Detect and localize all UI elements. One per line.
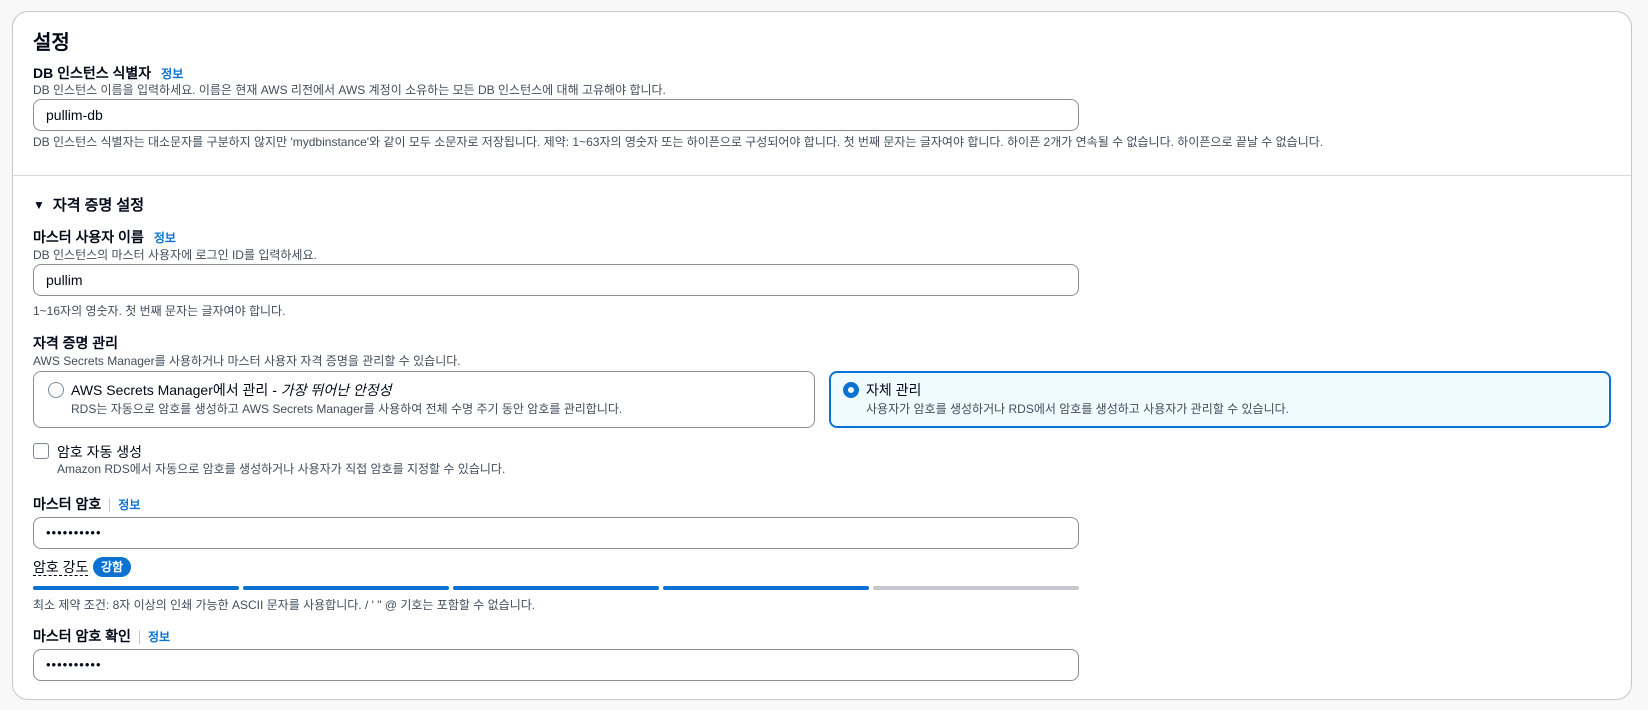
password-constraint: 최소 제약 조건: 8자 이상의 인쇄 가능한 ASCII 문자를 사용합니다.… [33, 598, 536, 612]
credentials-expand-toggle[interactable]: ▼ 자격 증명 설정 [33, 194, 144, 215]
strength-segment [243, 586, 449, 590]
radio-self-managed[interactable] [843, 382, 859, 398]
db-identifier-input[interactable]: pullim-db [33, 99, 1079, 131]
master-username-description: DB 인스턴스의 마스터 사용자에 로그인 ID를 입력하세요. [33, 248, 317, 262]
section-title: 설정 [33, 32, 70, 54]
option-tile-self-managed[interactable]: 자체 관리 사용자가 암호를 생성하거나 RDS에서 암호를 생성하고 사용자가… [829, 371, 1611, 428]
master-password-label-text: 마스터 암호 [33, 496, 102, 512]
db-identifier-constraint: DB 인스턴스 식별자는 대소문자를 구분하지 않지만 'mydbinstanc… [33, 135, 1324, 149]
db-identifier-label-text: DB 인스턴스 식별자 [33, 65, 152, 81]
confirm-password-info-link[interactable]: 정보 [138, 630, 171, 644]
master-password-info-link[interactable]: 정보 [109, 498, 141, 512]
password-strength-badge: 강함 [93, 557, 132, 577]
confirm-password-label: 마스터 암호 확인 정보 [33, 626, 171, 646]
auto-generate-label[interactable]: 암호 자동 생성 [57, 442, 142, 462]
strength-segment [873, 586, 1079, 590]
section-divider [13, 175, 1631, 176]
caret-down-icon: ▼ [33, 197, 45, 212]
credential-management-description: AWS Secrets Manager를 사용하거나 마스터 사용자 자격 증명… [33, 354, 461, 368]
master-password-input[interactable]: •••••••••• [33, 517, 1079, 549]
master-username-label-text: 마스터 사용자 이름 [33, 229, 144, 245]
db-identifier-description: DB 인스턴스 이름을 입력하세요. 이름은 현재 AWS 리전에서 AWS 계… [33, 83, 666, 97]
option-tile-secrets-manager[interactable]: AWS Secrets Manager에서 관리 - 가장 뛰어난 안정성 RD… [33, 371, 815, 428]
option-desc-secrets-manager: RDS는 자동으로 암호를 생성하고 AWS Secrets Manager를 … [71, 402, 623, 416]
master-password-label: 마스터 암호 정보 [33, 494, 141, 514]
confirm-password-label-text: 마스터 암호 확인 [33, 628, 131, 644]
strength-segment [663, 586, 869, 590]
strength-segment [453, 586, 659, 590]
option-title-secrets-manager: AWS Secrets Manager에서 관리 - 가장 뛰어난 안정성 [71, 380, 392, 400]
option-desc-self-managed: 사용자가 암호를 생성하거나 RDS에서 암호를 생성하고 사용자가 관리할 수… [866, 402, 1289, 416]
db-identifier-label: DB 인스턴스 식별자 정보 [33, 63, 183, 83]
credentials-title: 자격 증명 설정 [52, 197, 145, 214]
password-strength-label: 암호 강도 [33, 559, 89, 576]
radio-secrets-manager[interactable] [48, 382, 64, 398]
master-username-label: 마스터 사용자 이름 정보 [33, 227, 176, 247]
db-identifier-info-link[interactable]: 정보 [161, 67, 183, 81]
strength-segment [33, 586, 239, 590]
master-username-input[interactable]: pullim [33, 264, 1079, 296]
option-title-self-managed: 자체 관리 [866, 382, 922, 398]
credential-management-label: 자격 증명 관리 [33, 335, 119, 351]
settings-card: 설정 DB 인스턴스 식별자 정보 DB 인스턴스 이름을 입력하세요. 이름은 … [12, 11, 1632, 700]
option-title-secrets-manager-text: AWS Secrets Manager에서 관리 [71, 382, 269, 398]
auto-generate-description: Amazon RDS에서 자동으로 암호를 생성하거나 사용자가 직접 암호를 … [57, 462, 506, 476]
option-emphasis-secrets-manager: - 가장 뛰어난 안정성 [268, 382, 392, 398]
master-username-info-link[interactable]: 정보 [154, 231, 176, 245]
auto-generate-checkbox[interactable] [33, 443, 49, 459]
master-username-constraint: 1~16자의 영숫자. 첫 번째 문자는 글자여야 합니다. [33, 304, 286, 318]
confirm-password-input[interactable]: •••••••••• [33, 649, 1079, 681]
